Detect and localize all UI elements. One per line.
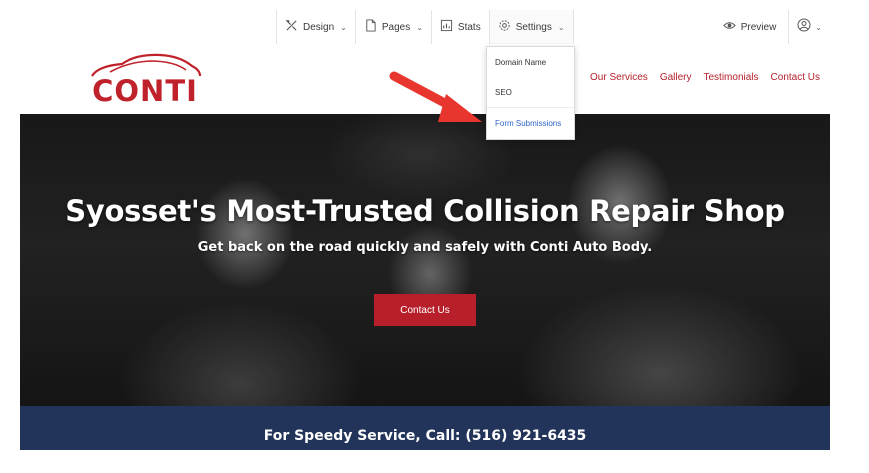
- hero-title: Syosset's Most-Trusted Collision Repair …: [65, 194, 785, 228]
- nav-our-services[interactable]: Our Services: [590, 72, 648, 83]
- toolbar-right: Preview ⌄: [711, 10, 830, 44]
- pages-menu-button[interactable]: Pages ⌄: [356, 10, 432, 44]
- chevron-down-icon: ⌄: [815, 22, 822, 32]
- chevron-down-icon: ⌄: [416, 22, 423, 32]
- menu-item-domain-name[interactable]: Domain Name: [487, 47, 574, 77]
- preview-label: Preview: [740, 21, 777, 33]
- stats-label: Stats: [457, 21, 481, 33]
- eye-icon: [722, 19, 736, 35]
- settings-gear-icon: [498, 19, 511, 35]
- pages-menu-label: Pages: [381, 21, 411, 33]
- preview-button[interactable]: Preview: [711, 10, 790, 44]
- design-icon: [285, 19, 298, 35]
- toolbar-menu-group: Design ⌄ Pages ⌄ Stats Settings ⌄: [276, 10, 574, 44]
- settings-menu-button[interactable]: Settings ⌄: [489, 10, 574, 44]
- call-banner-text: For Speedy Service, Call: (516) 921-6435: [263, 428, 587, 444]
- chevron-down-icon: ⌄: [340, 22, 347, 32]
- menu-item-seo[interactable]: SEO: [487, 77, 574, 107]
- account-menu-button[interactable]: ⌄: [789, 10, 830, 44]
- design-menu-label: Design: [303, 21, 335, 33]
- hero-section: Syosset's Most-Trusted Collision Repair …: [20, 114, 830, 406]
- user-icon: [797, 18, 811, 37]
- menu-item-form-submissions[interactable]: Form Submissions: [487, 107, 574, 138]
- chevron-down-icon: ⌄: [557, 22, 565, 32]
- nav-gallery[interactable]: Gallery: [660, 72, 692, 83]
- stats-button[interactable]: Stats: [432, 10, 490, 44]
- annotation-arrow-icon: [389, 71, 482, 122]
- builder-toolbar: Design ⌄ Pages ⌄ Stats Settings ⌄ Previe…: [20, 10, 830, 45]
- call-banner: For Speedy Service, Call: (516) 921-6435: [20, 406, 830, 450]
- settings-menu-label: Settings: [515, 21, 552, 33]
- hero-subtitle: Get back on the road quickly and safely …: [197, 240, 653, 255]
- nav-testimonials[interactable]: Testimonials: [704, 72, 759, 83]
- site-nav: Our Services Gallery Testimonials Contac…: [590, 72, 820, 83]
- hero-photo-overlay: [20, 114, 830, 406]
- pages-icon: [364, 19, 377, 35]
- settings-dropdown: Domain Name SEO Form Submissions: [486, 46, 575, 140]
- design-menu-button[interactable]: Design ⌄: [277, 10, 356, 44]
- contact-us-button[interactable]: Contact Us: [374, 294, 476, 326]
- stats-icon: [440, 19, 453, 35]
- logo-text: CONTI: [92, 74, 198, 108]
- conti-logo[interactable]: CONTI: [86, 50, 204, 110]
- nav-contact-us[interactable]: Contact Us: [771, 72, 820, 83]
